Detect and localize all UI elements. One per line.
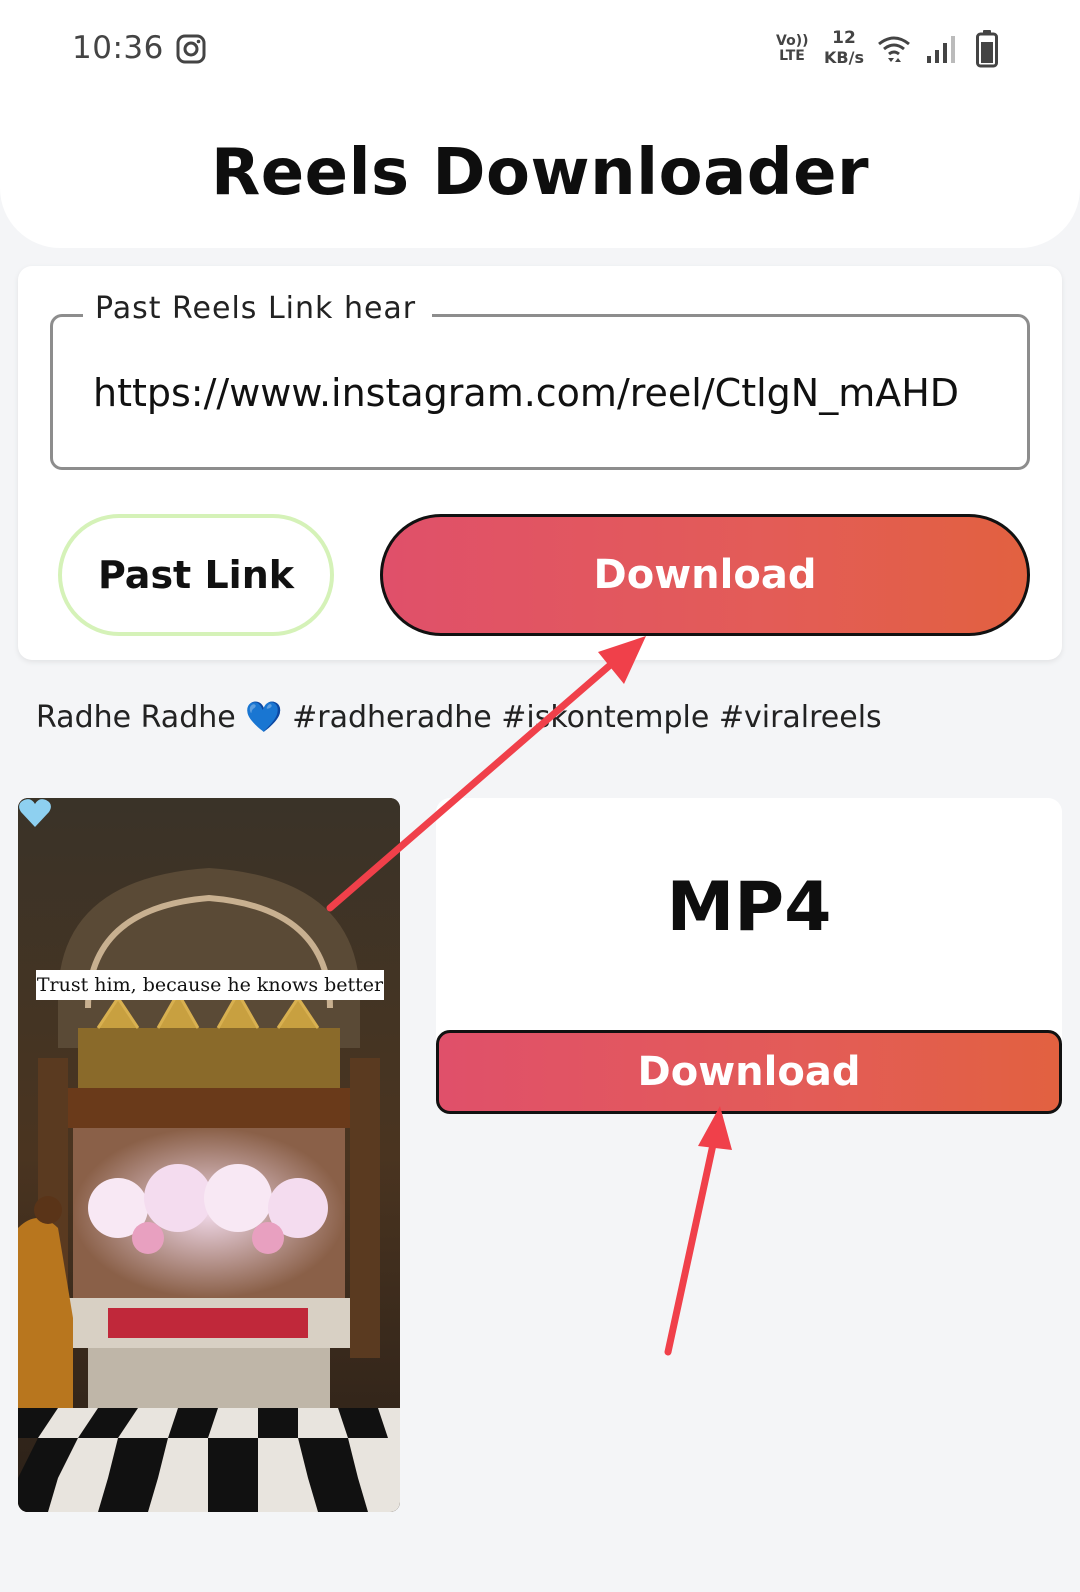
link-input-card: Past Reels Link hear Past Link Download bbox=[18, 266, 1062, 660]
format-label: MP4 bbox=[666, 868, 832, 947]
mp4-format-card: MP4 Download bbox=[436, 798, 1062, 1114]
wifi-icon bbox=[878, 36, 910, 62]
blue-heart-icon bbox=[19, 799, 51, 827]
temple-image bbox=[18, 798, 400, 1512]
annotation-arrow-2 bbox=[664, 1136, 718, 1356]
status-bar: 10:36 Vo)) LTE 12 KB/s bbox=[0, 0, 1080, 100]
reel-thumbnail: Trust him, because he knows better bbox=[18, 798, 400, 1512]
page-title: Reels Downloader bbox=[210, 136, 870, 210]
reel-link-field[interactable]: Past Reels Link hear bbox=[50, 291, 1030, 470]
volte-indicator: Vo)) LTE bbox=[776, 33, 809, 64]
download-button[interactable]: Download bbox=[380, 514, 1030, 636]
status-time: 10:36 bbox=[72, 30, 164, 66]
signal-icon bbox=[927, 36, 955, 63]
reel-link-label: Past Reels Link hear bbox=[83, 291, 433, 326]
download-mp4-button[interactable]: Download bbox=[436, 1030, 1062, 1114]
app-header: 10:36 Vo)) LTE 12 KB/s Reels Downloader bbox=[0, 0, 1080, 248]
instagram-icon bbox=[176, 34, 206, 64]
battery-icon bbox=[976, 30, 998, 68]
thumbnail-overlay-text: Trust him, because he knows better bbox=[36, 970, 384, 1000]
network-speed: 12 KB/s bbox=[824, 28, 864, 68]
paste-link-button[interactable]: Past Link bbox=[58, 514, 334, 636]
reel-link-input[interactable] bbox=[93, 367, 983, 419]
reel-caption: Radhe Radhe 💙 #radheradhe #iskontemple #… bbox=[36, 700, 882, 735]
